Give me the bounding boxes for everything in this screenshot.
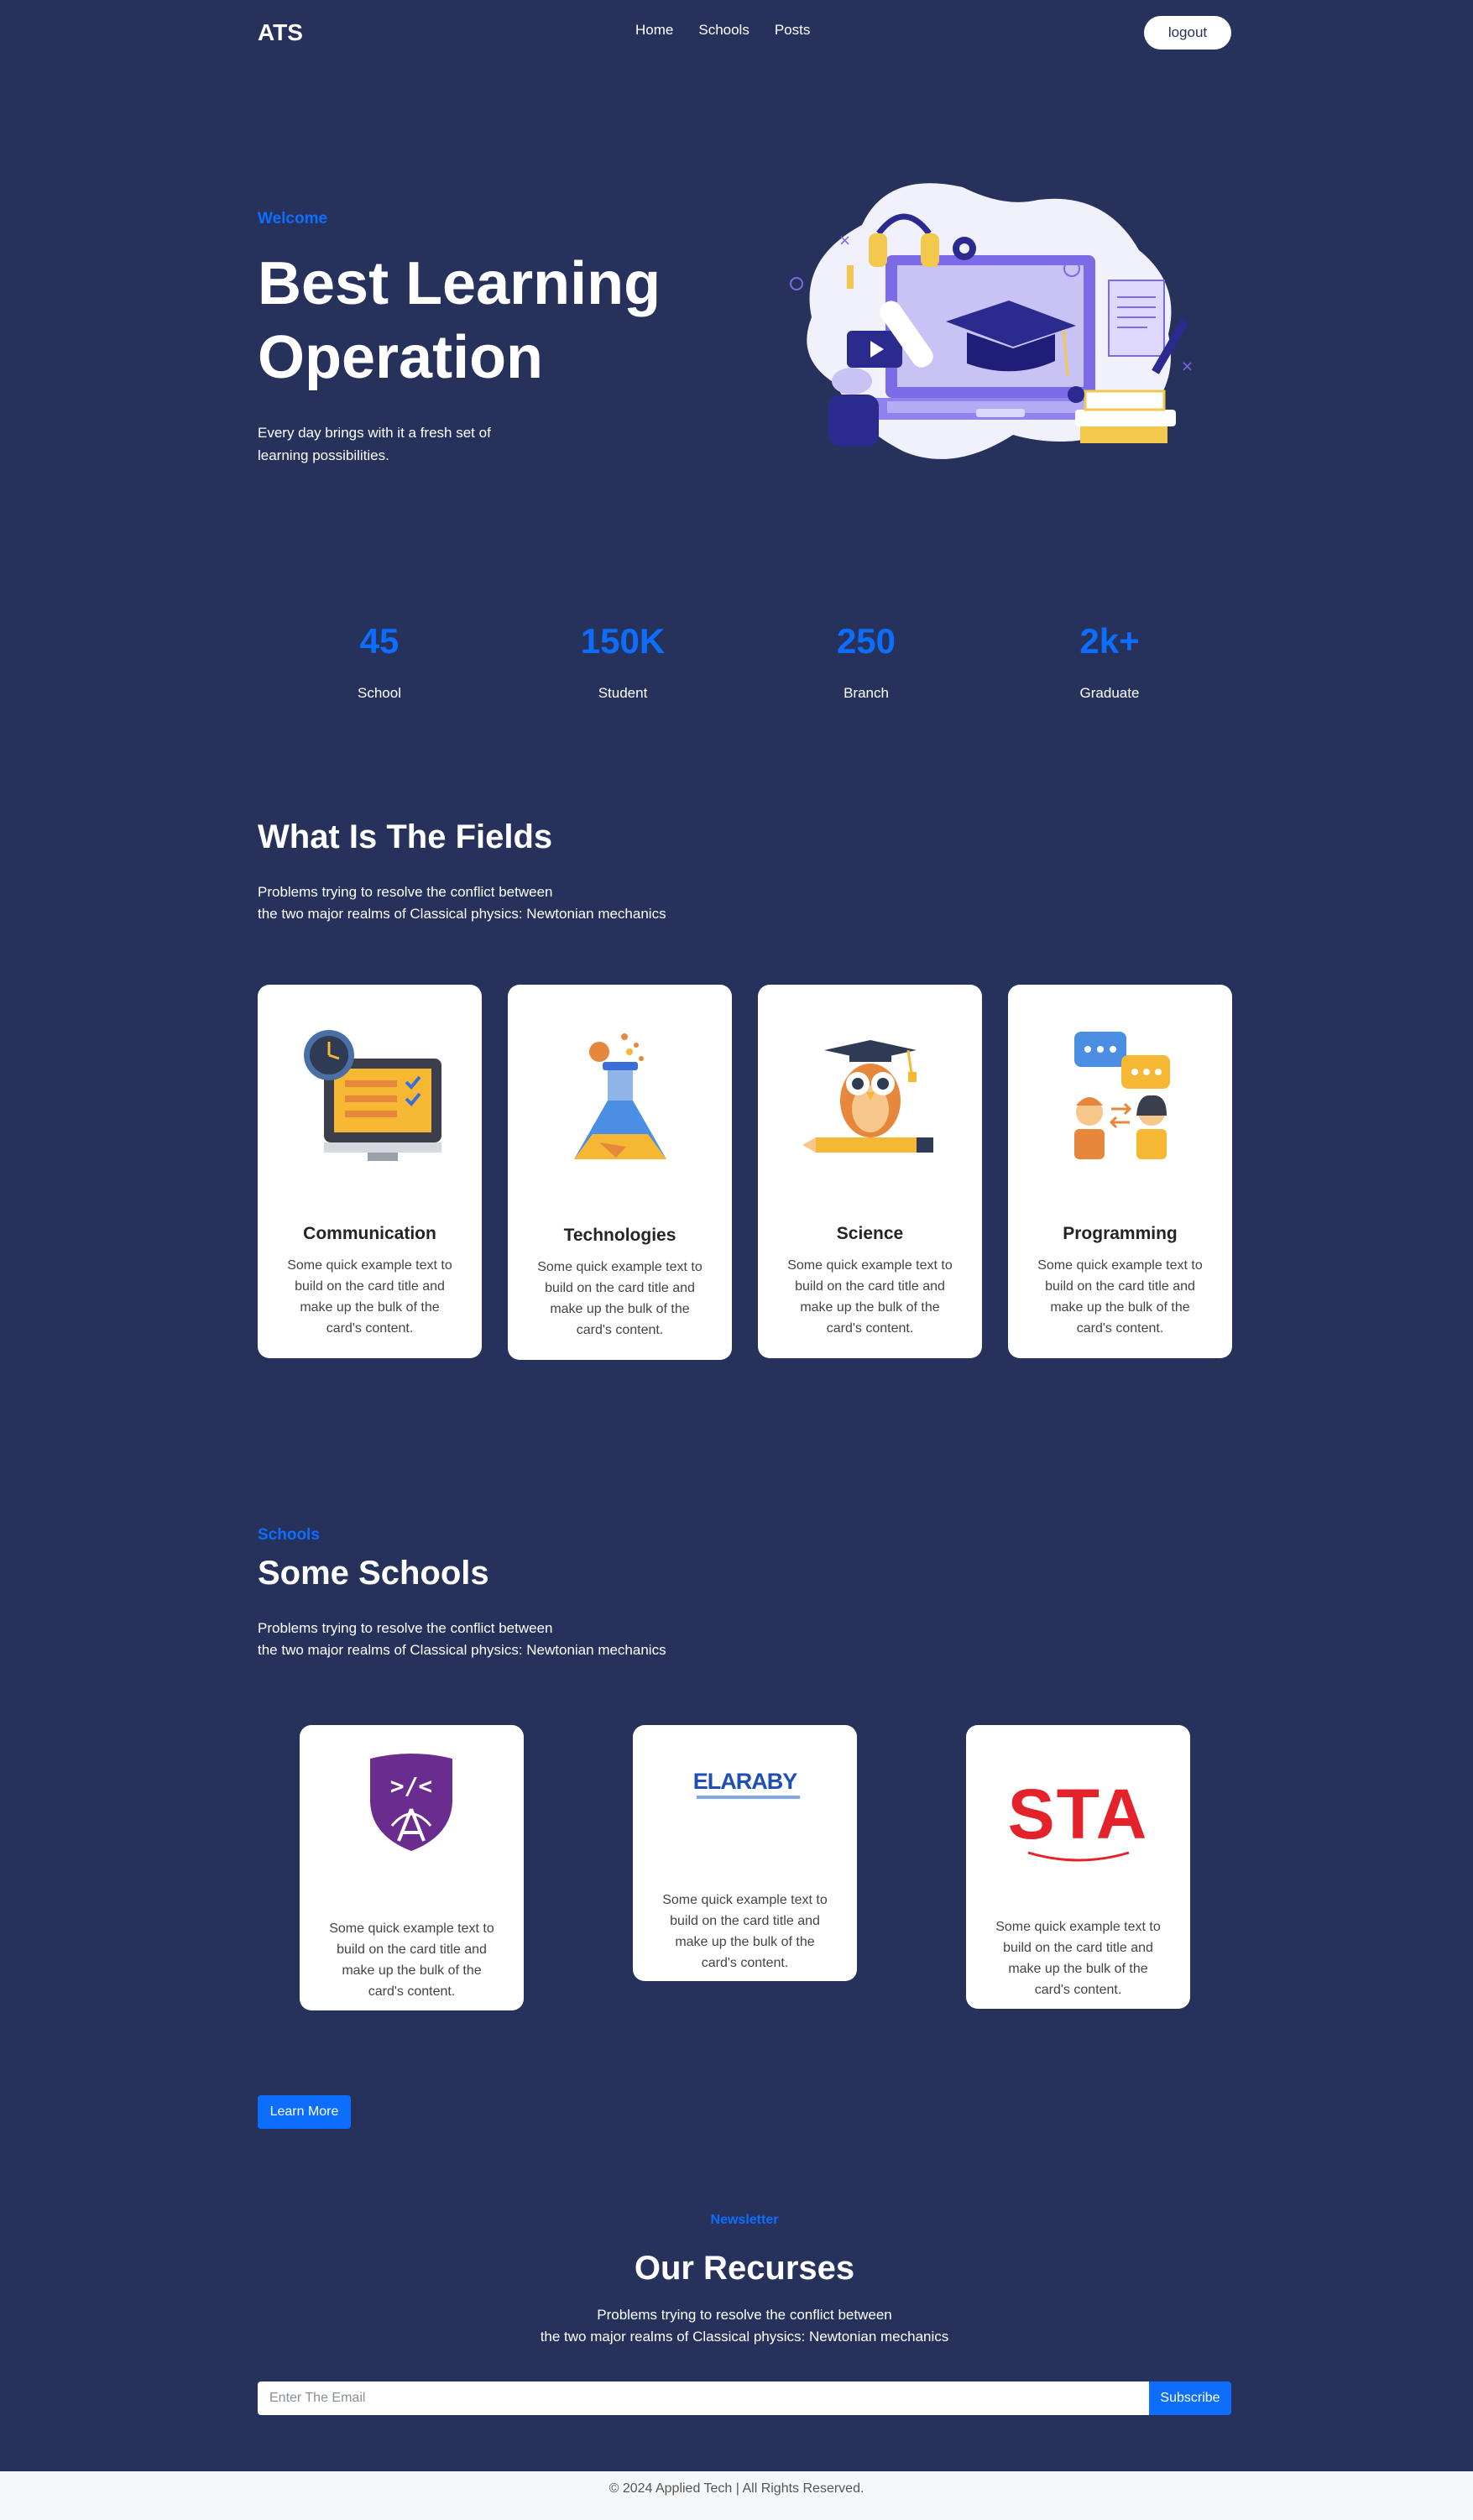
hero-illustration: × × <box>790 183 1194 459</box>
field-card-communication[interactable]: Communication Some quick example text to… <box>258 985 482 1358</box>
fields-section: What Is The Fields Problems trying to re… <box>258 818 1232 1360</box>
stat-value: 250 <box>836 621 896 661</box>
schools-eyebrow: Schools <box>258 1526 320 1544</box>
code-shield-logo-icon: >/< <box>370 1754 452 1851</box>
card-text: Some quick example text to build on the … <box>287 1258 452 1336</box>
nav-link-home[interactable]: Home <box>635 22 673 39</box>
school-card-text: Some quick example text to build on the … <box>995 1920 1161 1997</box>
field-card-technologies[interactable]: Technologies Some quick example text to … <box>508 985 732 1360</box>
svg-text:×: × <box>1181 358 1194 375</box>
card-title: Science <box>836 1224 904 1243</box>
field-card-programming[interactable]: Programming Some quick example text to b… <box>1008 985 1232 1358</box>
people-chat-icon <box>1073 1032 1170 1159</box>
owl-graduate-icon <box>802 1040 933 1153</box>
monitor-checklist-icon <box>303 1030 441 1161</box>
school-card-text: Some quick example text to build on the … <box>662 1893 828 1970</box>
fields-description: Problems trying to resolve the conflict … <box>258 881 694 925</box>
stat-graduates: 2k+ Graduate <box>988 621 1231 702</box>
fields-description-line: Problems trying to resolve the conflict … <box>258 884 553 900</box>
flask-icon <box>573 1033 666 1159</box>
stat-label: School <box>358 685 401 701</box>
navbar: ATS Home Schools Posts logout <box>258 0 1231 65</box>
nav-links: Home Schools Posts <box>635 22 810 39</box>
card-title: Programming <box>1063 1224 1178 1243</box>
logout-button[interactable]: logout <box>1144 16 1231 50</box>
card-text: Some quick example text to build on the … <box>1037 1258 1203 1336</box>
stat-students: 150K Student <box>501 621 744 702</box>
logo-underline <box>697 1796 800 1799</box>
email-input[interactable] <box>258 2381 1149 2415</box>
svg-text:>/<: >/< <box>390 1772 433 1800</box>
subscribe-button[interactable]: Subscribe <box>1149 2381 1231 2415</box>
nav-link-schools[interactable]: Schools <box>698 22 749 39</box>
learn-more-button[interactable]: Learn More <box>258 2095 351 2129</box>
newsletter-description-line: the two major realms of Classical physic… <box>540 2329 949 2345</box>
stats-section: 45 School 150K Student 250 Branch 2k+ Gr… <box>258 621 1231 702</box>
stat-schools: 45 School <box>258 621 501 702</box>
elaraby-logo: ELARABY <box>692 1769 798 1794</box>
stat-label: Graduate <box>1079 685 1140 701</box>
stat-value: 150K <box>580 621 666 661</box>
card-title: Technologies <box>563 1226 676 1245</box>
newsletter-description: Problems trying to resolve the conflict … <box>258 2304 1231 2348</box>
field-cards: Communication Some quick example text to… <box>258 985 1232 1360</box>
schools-description-line: the two major realms of Classical physic… <box>258 1642 666 1658</box>
sta-logo: STA <box>1007 1775 1149 1853</box>
stat-value: 2k+ <box>1079 621 1140 661</box>
field-card-science[interactable]: Science Some quick example text to build… <box>758 985 982 1358</box>
card-title: Communication <box>303 1224 436 1243</box>
schools-description: Problems trying to resolve the conflict … <box>258 1618 694 1661</box>
newsletter-section: Newsletter Our Recurses Problems trying … <box>258 2213 1231 2348</box>
stat-branches: 250 Branch <box>744 621 988 702</box>
card-text: Some quick example text to build on the … <box>537 1260 703 1337</box>
svg-text:×: × <box>838 232 851 249</box>
sta-swoosh-icon <box>1027 1851 1130 1862</box>
schools-title: Some Schools <box>258 1555 489 1592</box>
nav-link-posts[interactable]: Posts <box>775 22 811 39</box>
subscribe-form: Subscribe <box>258 2381 1231 2415</box>
newsletter-eyebrow: Newsletter <box>710 2213 779 2227</box>
schools-description-line: Problems trying to resolve the conflict … <box>258 1620 553 1636</box>
brand-logo[interactable]: ATS <box>258 19 303 46</box>
newsletter-title: Our Recurses <box>634 2250 855 2287</box>
fields-description-line: the two major realms of Classical physic… <box>258 906 666 922</box>
school-card[interactable]: STA Some quick example text to build on … <box>966 1725 1190 2009</box>
stat-label: Student <box>598 685 648 701</box>
hero-description: Every day brings with it a fresh set of … <box>258 425 491 463</box>
hero-section: Welcome Best Learning Operation Every da… <box>258 183 1231 529</box>
school-card-text: Some quick example text to build on the … <box>329 1921 494 1999</box>
stat-value: 45 <box>359 621 400 661</box>
schools-section: Schools Some Schools Problems trying to … <box>258 1526 1231 2010</box>
card-text: Some quick example text to build on the … <box>787 1258 953 1336</box>
school-card[interactable]: ELARABY Some quick example text to build… <box>633 1725 857 1981</box>
stat-label: Branch <box>844 685 889 701</box>
footer: © 2024 Applied Tech | All Rights Reserve… <box>0 2471 1473 2520</box>
newsletter-description-line: Problems trying to resolve the conflict … <box>597 2307 892 2323</box>
school-card[interactable]: >/< Some quick example text to build on … <box>300 1725 524 2010</box>
fields-title: What Is The Fields <box>258 818 553 855</box>
hero-title: Best Learning Operation <box>258 250 661 391</box>
copyright-text: © 2024 Applied Tech | All Rights Reserve… <box>609 2481 864 2496</box>
